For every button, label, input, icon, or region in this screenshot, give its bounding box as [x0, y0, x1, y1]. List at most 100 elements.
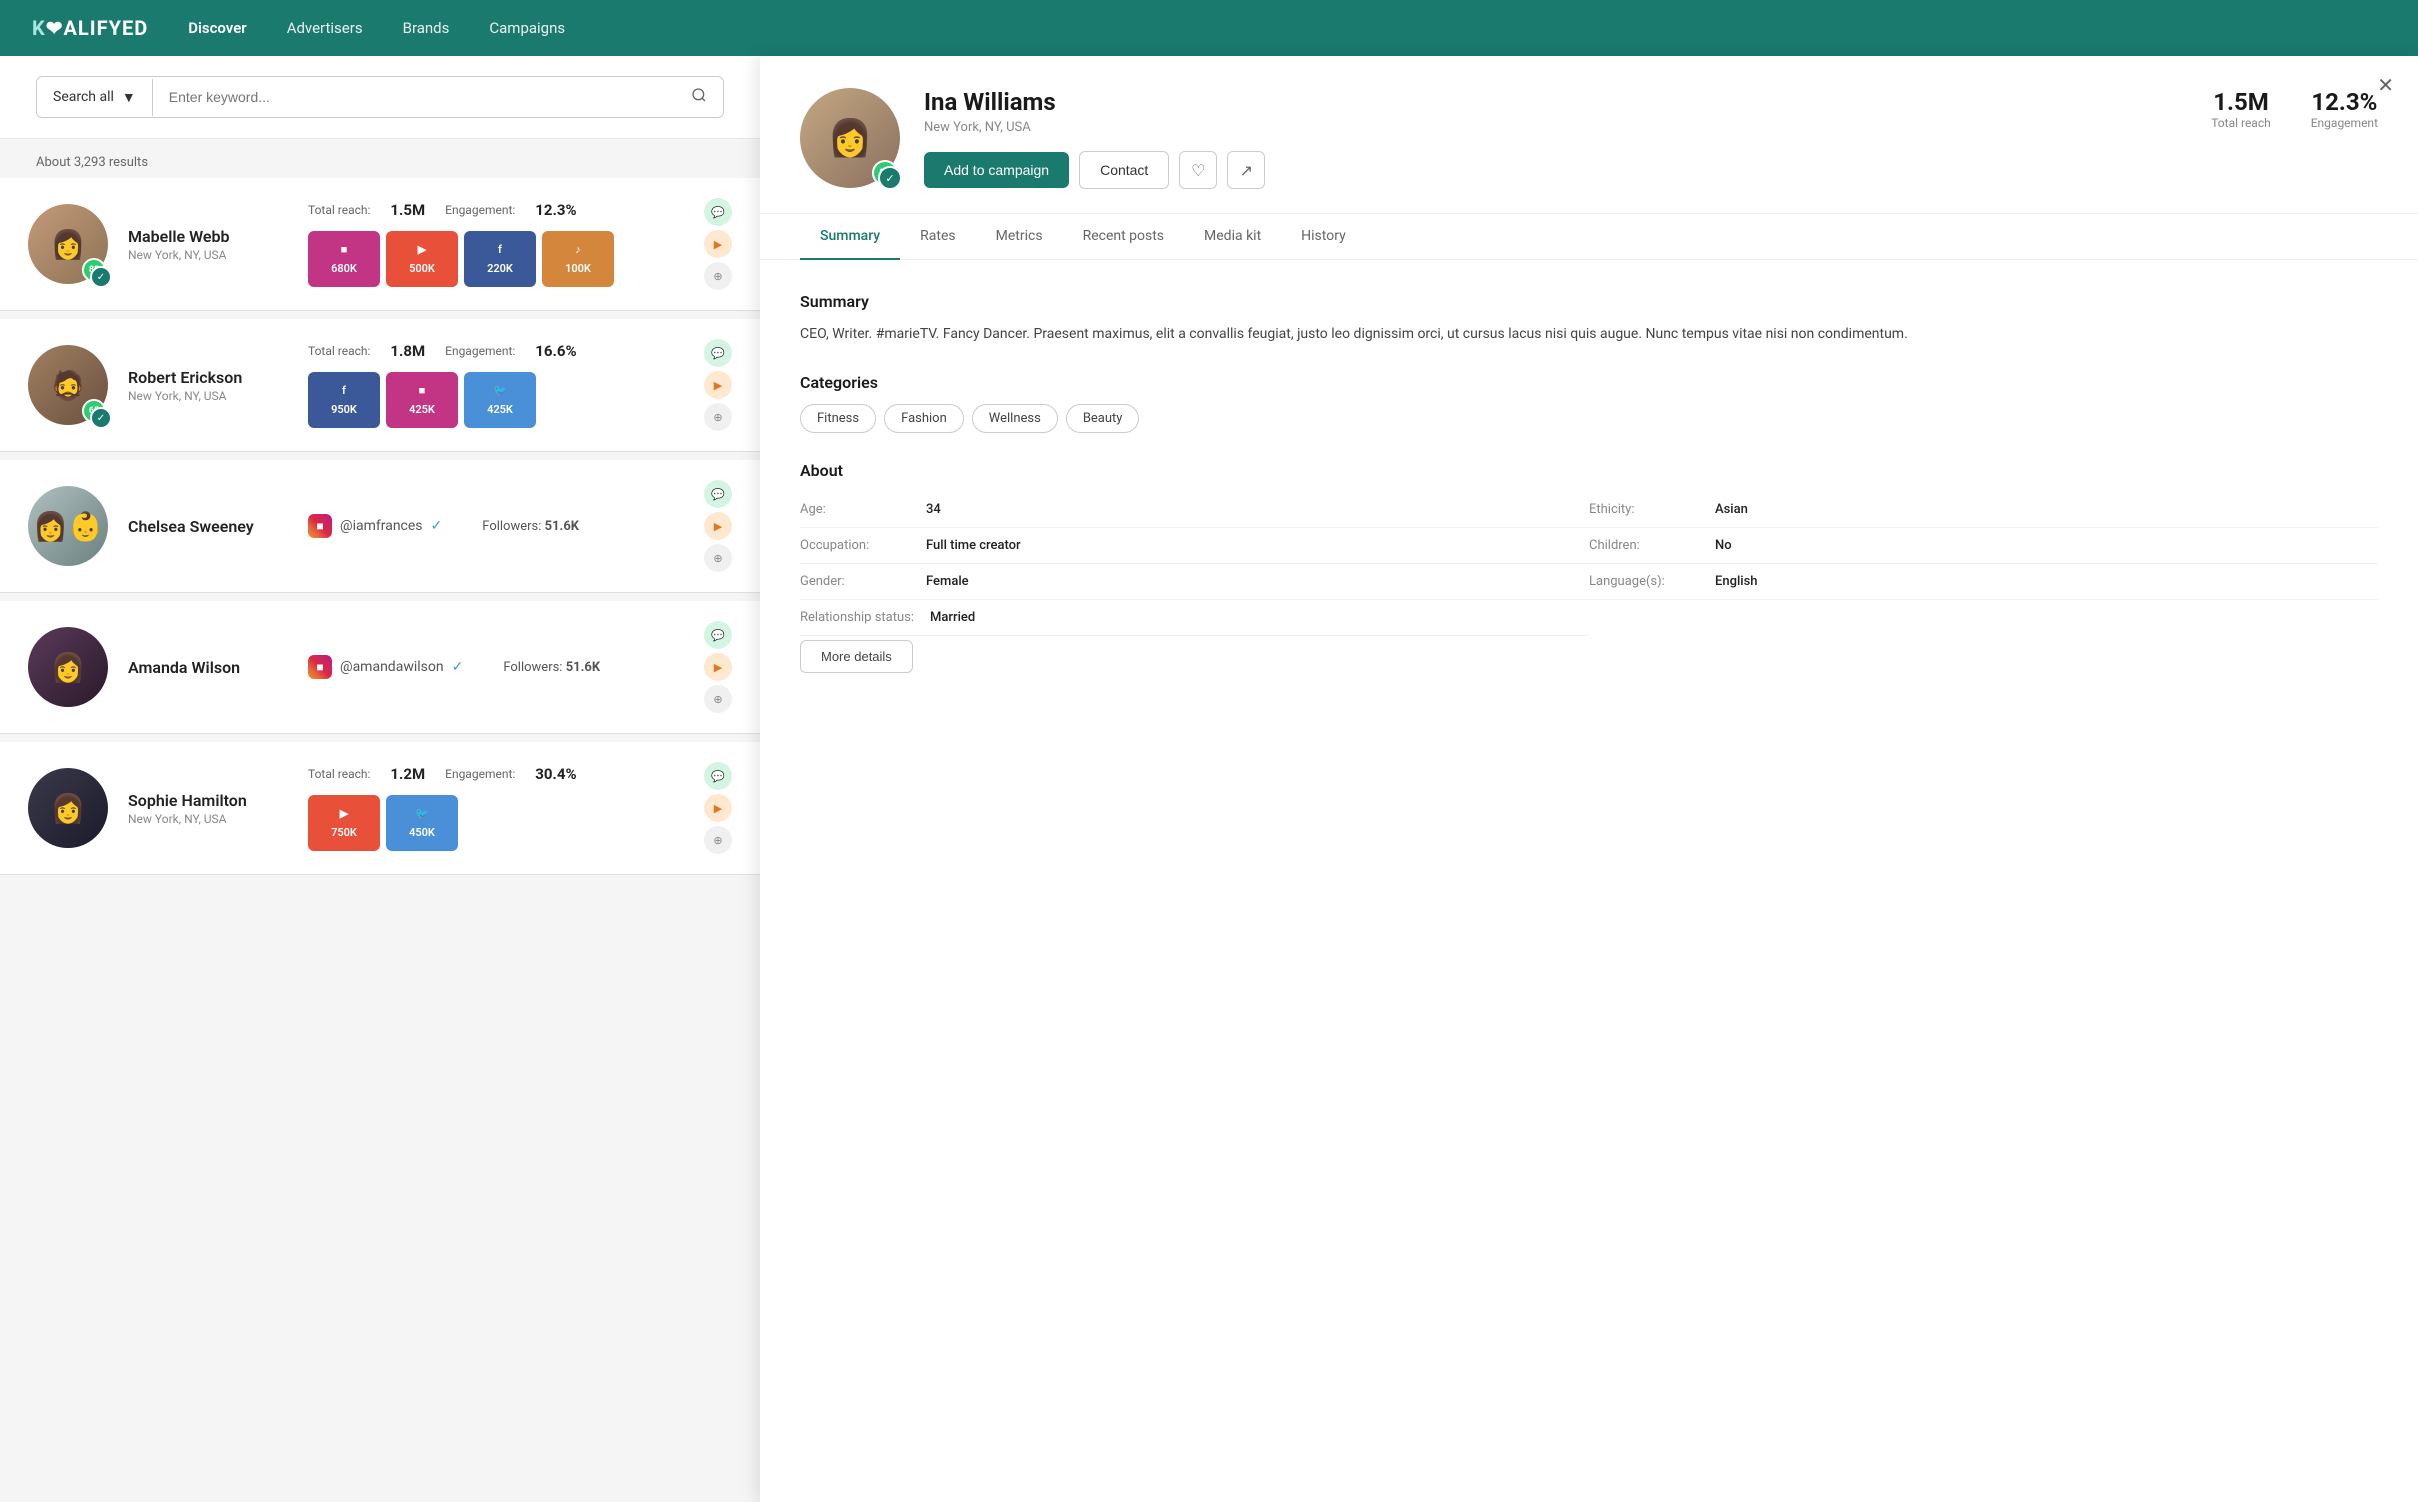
platform-youtube[interactable]: ▶ 500K — [386, 231, 458, 287]
chevron-down-icon: ▼ — [122, 89, 136, 106]
reach-label: Total reach: — [308, 203, 370, 217]
influencer-card[interactable]: 👩 Amanda Wilson ■ @amandawilson ✓ Follow… — [0, 601, 760, 734]
children-value: English — [1715, 574, 1758, 589]
share-button[interactable]: ↗ — [1227, 151, 1265, 189]
profile-header: 👩 80 ✓ Ina Williams New York, NY, USA Ad… — [760, 56, 2418, 214]
platform-instagram[interactable]: ■ 680K — [308, 231, 380, 287]
platform-facebook[interactable]: f 950K — [308, 372, 380, 428]
close-button[interactable]: ✕ — [2377, 76, 2394, 96]
contact-button[interactable]: Contact — [1079, 151, 1169, 189]
profile-location: New York, NY, USA — [924, 120, 2187, 135]
action-icon-2[interactable]: ▶ — [704, 230, 732, 258]
nav-advertisers[interactable]: Advertisers — [287, 15, 363, 41]
profile-name-actions: Ina Williams New York, NY, USA Add to ca… — [924, 88, 2187, 189]
handle-text: @amandawilson — [340, 659, 444, 675]
tab-summary[interactable]: Summary — [800, 214, 900, 260]
twitter-count: 425K — [487, 403, 513, 416]
tab-recent-posts[interactable]: Recent posts — [1063, 214, 1184, 260]
action-icon-1[interactable]: 💬 — [704, 621, 732, 649]
profile-verified-badge: ✓ — [878, 166, 902, 190]
avatar: 👩 — [28, 768, 108, 848]
action-icon-2[interactable]: ▶ — [704, 512, 732, 540]
more-details-button[interactable]: More details — [800, 640, 913, 673]
action-icon-3[interactable]: ⊕ — [704, 262, 732, 290]
youtube-icon: ▶ — [418, 243, 426, 256]
influencer-card[interactable]: 👩‍👶 Chelsea Sweeney ■ @iamfrances ✓ Foll… — [0, 460, 760, 593]
action-icon-1[interactable]: 💬 — [704, 762, 732, 790]
nav-discover[interactable]: Discover — [188, 15, 246, 41]
card-stats-area: Total reach: 1.8M Engagement: 16.6% f 95… — [308, 342, 684, 428]
favorite-button[interactable]: ♡ — [1179, 151, 1217, 189]
tab-rates[interactable]: Rates — [900, 214, 975, 260]
action-icon-1[interactable]: 💬 — [704, 339, 732, 367]
profile-avatar: 👩 80 ✓ — [800, 88, 900, 188]
tab-history[interactable]: History — [1281, 214, 1366, 260]
instagram-icon: ■ — [341, 243, 348, 256]
social-handle: ■ @amandawilson ✓ — [308, 655, 463, 679]
influencer-location: New York, NY, USA — [128, 248, 288, 262]
reach-label: Total reach: — [308, 344, 370, 358]
tab-media-kit[interactable]: Media kit — [1184, 214, 1281, 260]
influencer-card[interactable]: 👩 80 ✓ Mabelle Webb New York, NY, USA To… — [0, 178, 760, 311]
action-icon-3[interactable]: ⊕ — [704, 685, 732, 713]
action-icon-3[interactable]: ⊕ — [704, 826, 732, 854]
card-stats-area: Total reach: 1.2M Engagement: 30.4% ▶ 75… — [308, 765, 684, 851]
spotify-icon: ♪ — [575, 243, 581, 256]
search-dropdown-label: Search all — [53, 89, 114, 105]
right-icons: 💬 ▶ ⊕ — [704, 198, 732, 290]
action-icon-1[interactable]: 💬 — [704, 198, 732, 226]
action-icon-2[interactable]: ▶ — [704, 653, 732, 681]
profile-drawer: ✕ 👩 80 ✓ Ina Williams New York, NY, USA … — [760, 56, 2418, 1502]
card-stats: Total reach: 1.2M Engagement: 30.4% — [308, 765, 684, 783]
search-input[interactable] — [153, 79, 675, 115]
influencer-name: Chelsea Sweeney — [128, 517, 288, 536]
platform-instagram[interactable]: ■ 425K — [386, 372, 458, 428]
engagement-label: Engagement — [2311, 116, 2378, 130]
influencer-info: Amanda Wilson — [128, 658, 288, 677]
right-icons: 💬 ▶ ⊕ — [704, 621, 732, 713]
category-fashion[interactable]: Fashion — [884, 404, 964, 433]
search-bar: Search all ▼ — [36, 76, 724, 118]
action-icon-1[interactable]: 💬 — [704, 480, 732, 508]
influencer-card[interactable]: 👩 Sophie Hamilton New York, NY, USA Tota… — [0, 742, 760, 875]
reach-label: Total reach: — [308, 767, 370, 781]
action-icon-3[interactable]: ⊕ — [704, 544, 732, 572]
children-label: Language(s): — [1589, 574, 1699, 589]
about-left-col: Age: 34 Occupation: Full time creator Ge… — [800, 492, 1589, 636]
categories-title: Categories — [800, 373, 2378, 392]
reach-value: 1.8M — [390, 342, 425, 360]
ethnicity-value: Female — [926, 574, 969, 589]
action-icon-2[interactable]: ▶ — [704, 371, 732, 399]
search-dropdown[interactable]: Search all ▼ — [37, 79, 153, 116]
followers-value: 51.6K — [566, 660, 600, 675]
about-grid: Age: 34 Occupation: Full time creator Ge… — [800, 492, 2378, 636]
action-icon-2[interactable]: ▶ — [704, 794, 732, 822]
results-count: About 3,293 results — [0, 139, 760, 178]
followers-text: Followers: 51.6K — [482, 519, 579, 534]
platform-twitter[interactable]: 🐦 425K — [464, 372, 536, 428]
influencer-card[interactable]: 🧔 65 ✓ Robert Erickson New York, NY, USA… — [0, 319, 760, 452]
add-to-campaign-button[interactable]: Add to campaign — [924, 152, 1069, 188]
influencer-location: New York, NY, USA — [128, 812, 288, 826]
tab-metrics[interactable]: Metrics — [976, 214, 1063, 260]
influencer-name: Sophie Hamilton — [128, 791, 288, 810]
category-beauty[interactable]: Beauty — [1066, 404, 1140, 433]
nav-brands[interactable]: Brands — [403, 15, 450, 41]
youtube-count: 750K — [331, 826, 357, 839]
search-button[interactable] — [675, 77, 723, 117]
category-fitness[interactable]: Fitness — [800, 404, 876, 433]
platform-spotify[interactable]: ♪ 100K — [542, 231, 614, 287]
platform-youtube[interactable]: ▶ 750K — [308, 795, 380, 851]
platform-twitter[interactable]: 🐦 450K — [386, 795, 458, 851]
nav-campaigns[interactable]: Campaigns — [489, 15, 565, 41]
card-stats-area: Total reach: 1.5M Engagement: 12.3% ■ 68… — [308, 201, 684, 287]
about-right-col: Ethicity: Asian Children: No Language(s)… — [1589, 492, 2378, 636]
action-icon-3[interactable]: ⊕ — [704, 403, 732, 431]
category-wellness[interactable]: Wellness — [972, 404, 1058, 433]
relationship-value: No — [1715, 538, 1732, 553]
instagram-icon: ■ — [308, 514, 332, 538]
profile-tabs: Summary Rates Metrics Recent posts Media… — [760, 214, 2418, 260]
platform-facebook[interactable]: f 220K — [464, 231, 536, 287]
avatar-container: 👩 — [28, 768, 108, 848]
engagement-value: 12.3% — [2311, 88, 2378, 116]
